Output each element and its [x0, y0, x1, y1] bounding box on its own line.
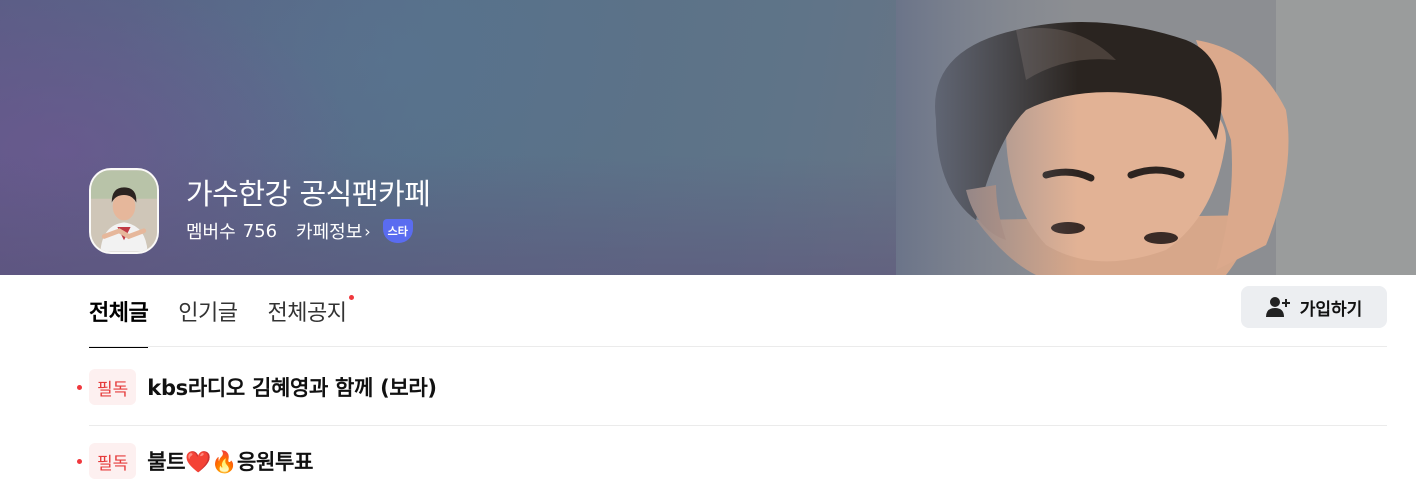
tab-all-posts[interactable]: 전체글 — [89, 275, 149, 348]
cafe-info-label: 카페정보 — [296, 222, 363, 243]
notice-bullet — [77, 458, 82, 464]
tab-all-notices-label: 전체공지 — [267, 301, 347, 326]
cafe-title: 가수한강 공식팬카페 — [186, 177, 431, 211]
add-user-icon — [1265, 296, 1290, 318]
tab-popular[interactable]: 인기글 — [178, 275, 238, 347]
must-read-tag: 필독 — [89, 369, 137, 405]
join-cafe-label: 가입하기 — [1299, 299, 1363, 320]
notice-title: 불트❤️🔥응원투표 — [147, 450, 314, 474]
tab-all-posts-label: 전체글 — [89, 301, 149, 326]
cafe-banner: 가수한강 공식팬카페 멤버수 756 카페정보 › 스타 — [0, 0, 1416, 275]
avatar-image — [91, 170, 157, 252]
tab-divider — [89, 346, 1387, 347]
board-tabs: 전체글 인기글 전체공지 — [89, 275, 376, 348]
cafe-subinfo: 멤버수 756 카페정보 › 스타 — [186, 218, 430, 244]
member-count-label: 멤버수 — [186, 222, 236, 243]
cafe-header: 가수한강 공식팬카페 멤버수 756 카페정보 › 스타 — [89, 168, 431, 254]
banner-photo — [896, 0, 1416, 275]
star-badge: 스타 — [382, 219, 413, 243]
notice-title: kbs라디오 김혜영과 함께 (보라) — [147, 376, 437, 400]
member-count: 멤버수 756 — [186, 218, 277, 244]
join-cafe-button[interactable]: 가입하기 — [1241, 286, 1387, 328]
cafe-avatar[interactable] — [89, 168, 159, 254]
notice-row[interactable]: 필독 불트❤️🔥응원투표 — [77, 422, 1387, 486]
chevron-right-icon: › — [364, 221, 371, 241]
cafe-meta: 가수한강 공식팬카페 멤버수 756 카페정보 › 스타 — [186, 176, 431, 244]
notice-row[interactable]: 필독 kbs라디오 김혜영과 함께 (보라) — [77, 348, 1387, 426]
tab-all-notices[interactable]: 전체공지 — [267, 275, 355, 347]
notice-bullet — [77, 384, 82, 390]
tab-popular-label: 인기글 — [178, 301, 238, 326]
cafe-page: 가수한강 공식팬카페 멤버수 756 카페정보 › 스타 전체글 인기글 전체공… — [0, 0, 1416, 486]
cafe-info-link[interactable]: 카페정보 › — [296, 218, 371, 244]
new-indicator-dot — [349, 295, 355, 300]
must-read-tag: 필독 — [89, 443, 137, 479]
member-count-value: 756 — [242, 220, 278, 242]
